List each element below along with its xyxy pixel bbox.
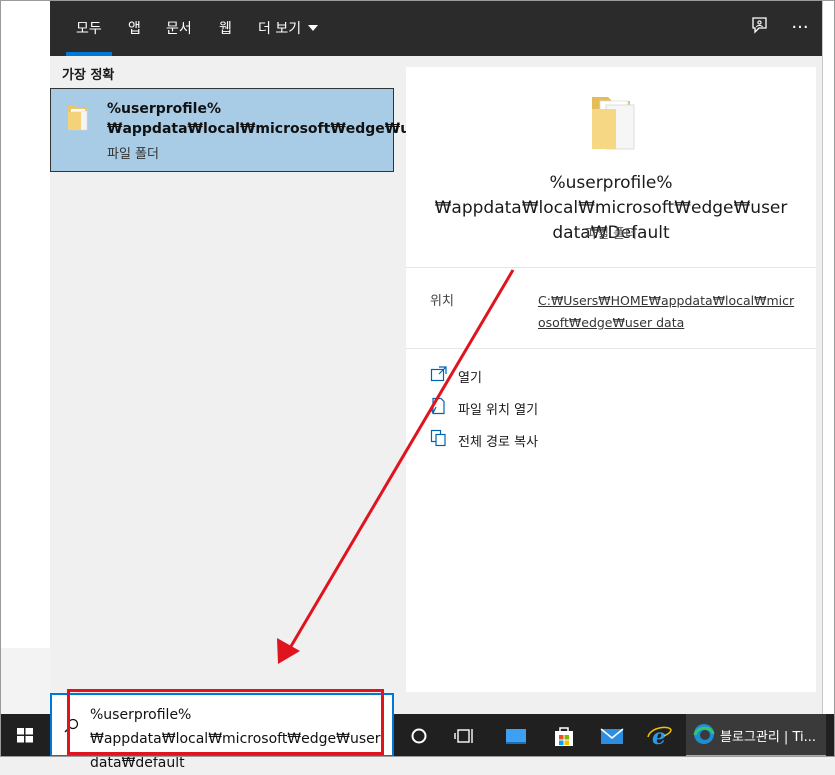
- folder-icon: [68, 106, 88, 131]
- tab-apps[interactable]: 앱: [128, 0, 141, 56]
- windows-logo-icon: [17, 728, 33, 743]
- best-match-title: %userprofile%₩appdata₩local₩microsoft₩ed…: [107, 101, 435, 137]
- taskbar-edge-app[interactable]: 블로그관리 | Ti...: [686, 714, 826, 757]
- tab-all[interactable]: 모두: [66, 0, 112, 56]
- cortana-icon[interactable]: [404, 721, 434, 751]
- location-link[interactable]: C:₩Users₩HOME₩appdata₩local₩microsoft₩ed…: [538, 290, 800, 334]
- open-file-location-label: 파일 위치 열기: [458, 403, 539, 418]
- results-list: 가장 정확 %userprofile%₩appdata₩local₩micros…: [50, 56, 435, 692]
- taskbar-app-label: 블로그관리 | Ti...: [720, 730, 816, 745]
- tab-documents[interactable]: 문서: [166, 0, 192, 56]
- feedback-icon[interactable]: [748, 16, 772, 40]
- preview-type: 파일 폴더: [585, 227, 637, 242]
- location-label: 위치: [430, 294, 454, 309]
- open-file-location-icon: [430, 397, 445, 415]
- preview-pane: %userprofile%₩appdata₩local₩microsoft₩ed…: [406, 67, 816, 692]
- search-icon: [64, 718, 79, 733]
- tab-documents-label: 문서: [166, 21, 192, 37]
- task-view-icon[interactable]: [450, 721, 480, 751]
- search-scope-bar: 모두 앱 문서 웹 더 보기 ···: [50, 0, 822, 56]
- search-query-text[interactable]: %userprofile%₩appdata₩local₩microsoft₩ed…: [90, 703, 390, 775]
- best-match-heading: 가장 정확: [62, 68, 115, 83]
- best-match-result[interactable]: %userprofile%₩appdata₩local₩microsoft₩ed…: [50, 88, 435, 172]
- tab-more[interactable]: 더 보기: [258, 0, 319, 56]
- more-icon[interactable]: ···: [788, 16, 812, 40]
- internet-explorer-icon[interactable]: e: [644, 721, 674, 751]
- folder-icon: [592, 97, 635, 150]
- mail-icon[interactable]: [597, 721, 627, 751]
- tab-web-label: 웹: [219, 21, 232, 37]
- open-icon: [430, 366, 447, 382]
- microsoft-store-icon[interactable]: [549, 721, 579, 751]
- desktop-window-right-edge: [822, 0, 835, 714]
- tab-web[interactable]: 웹: [219, 0, 232, 56]
- best-match-type: 파일 폴더: [107, 147, 159, 162]
- edge-icon: [693, 724, 715, 744]
- chevron-down-icon: [308, 25, 319, 31]
- tab-all-label: 모두: [76, 21, 102, 37]
- divider: [406, 267, 816, 268]
- search-input[interactable]: %userprofile%₩appdata₩local₩microsoft₩ed…: [50, 693, 394, 771]
- open-label: 열기: [458, 371, 482, 386]
- desktop-window-edge: [0, 648, 50, 714]
- tab-more-label: 더 보기: [258, 21, 302, 37]
- start-button[interactable]: [0, 714, 50, 757]
- windows-search-panel: 모두 앱 문서 웹 더 보기 ··· 가장 정확 %userprofile%₩a…: [50, 0, 822, 714]
- copy-path-icon: [430, 429, 446, 447]
- copy-path-label: 전체 경로 복사: [458, 435, 539, 450]
- divider: [406, 348, 816, 349]
- taskbar: %userprofile%₩appdata₩local₩microsoft₩ed…: [0, 693, 835, 771]
- tab-apps-label: 앱: [128, 21, 141, 37]
- desktop-app-icon[interactable]: [501, 721, 531, 751]
